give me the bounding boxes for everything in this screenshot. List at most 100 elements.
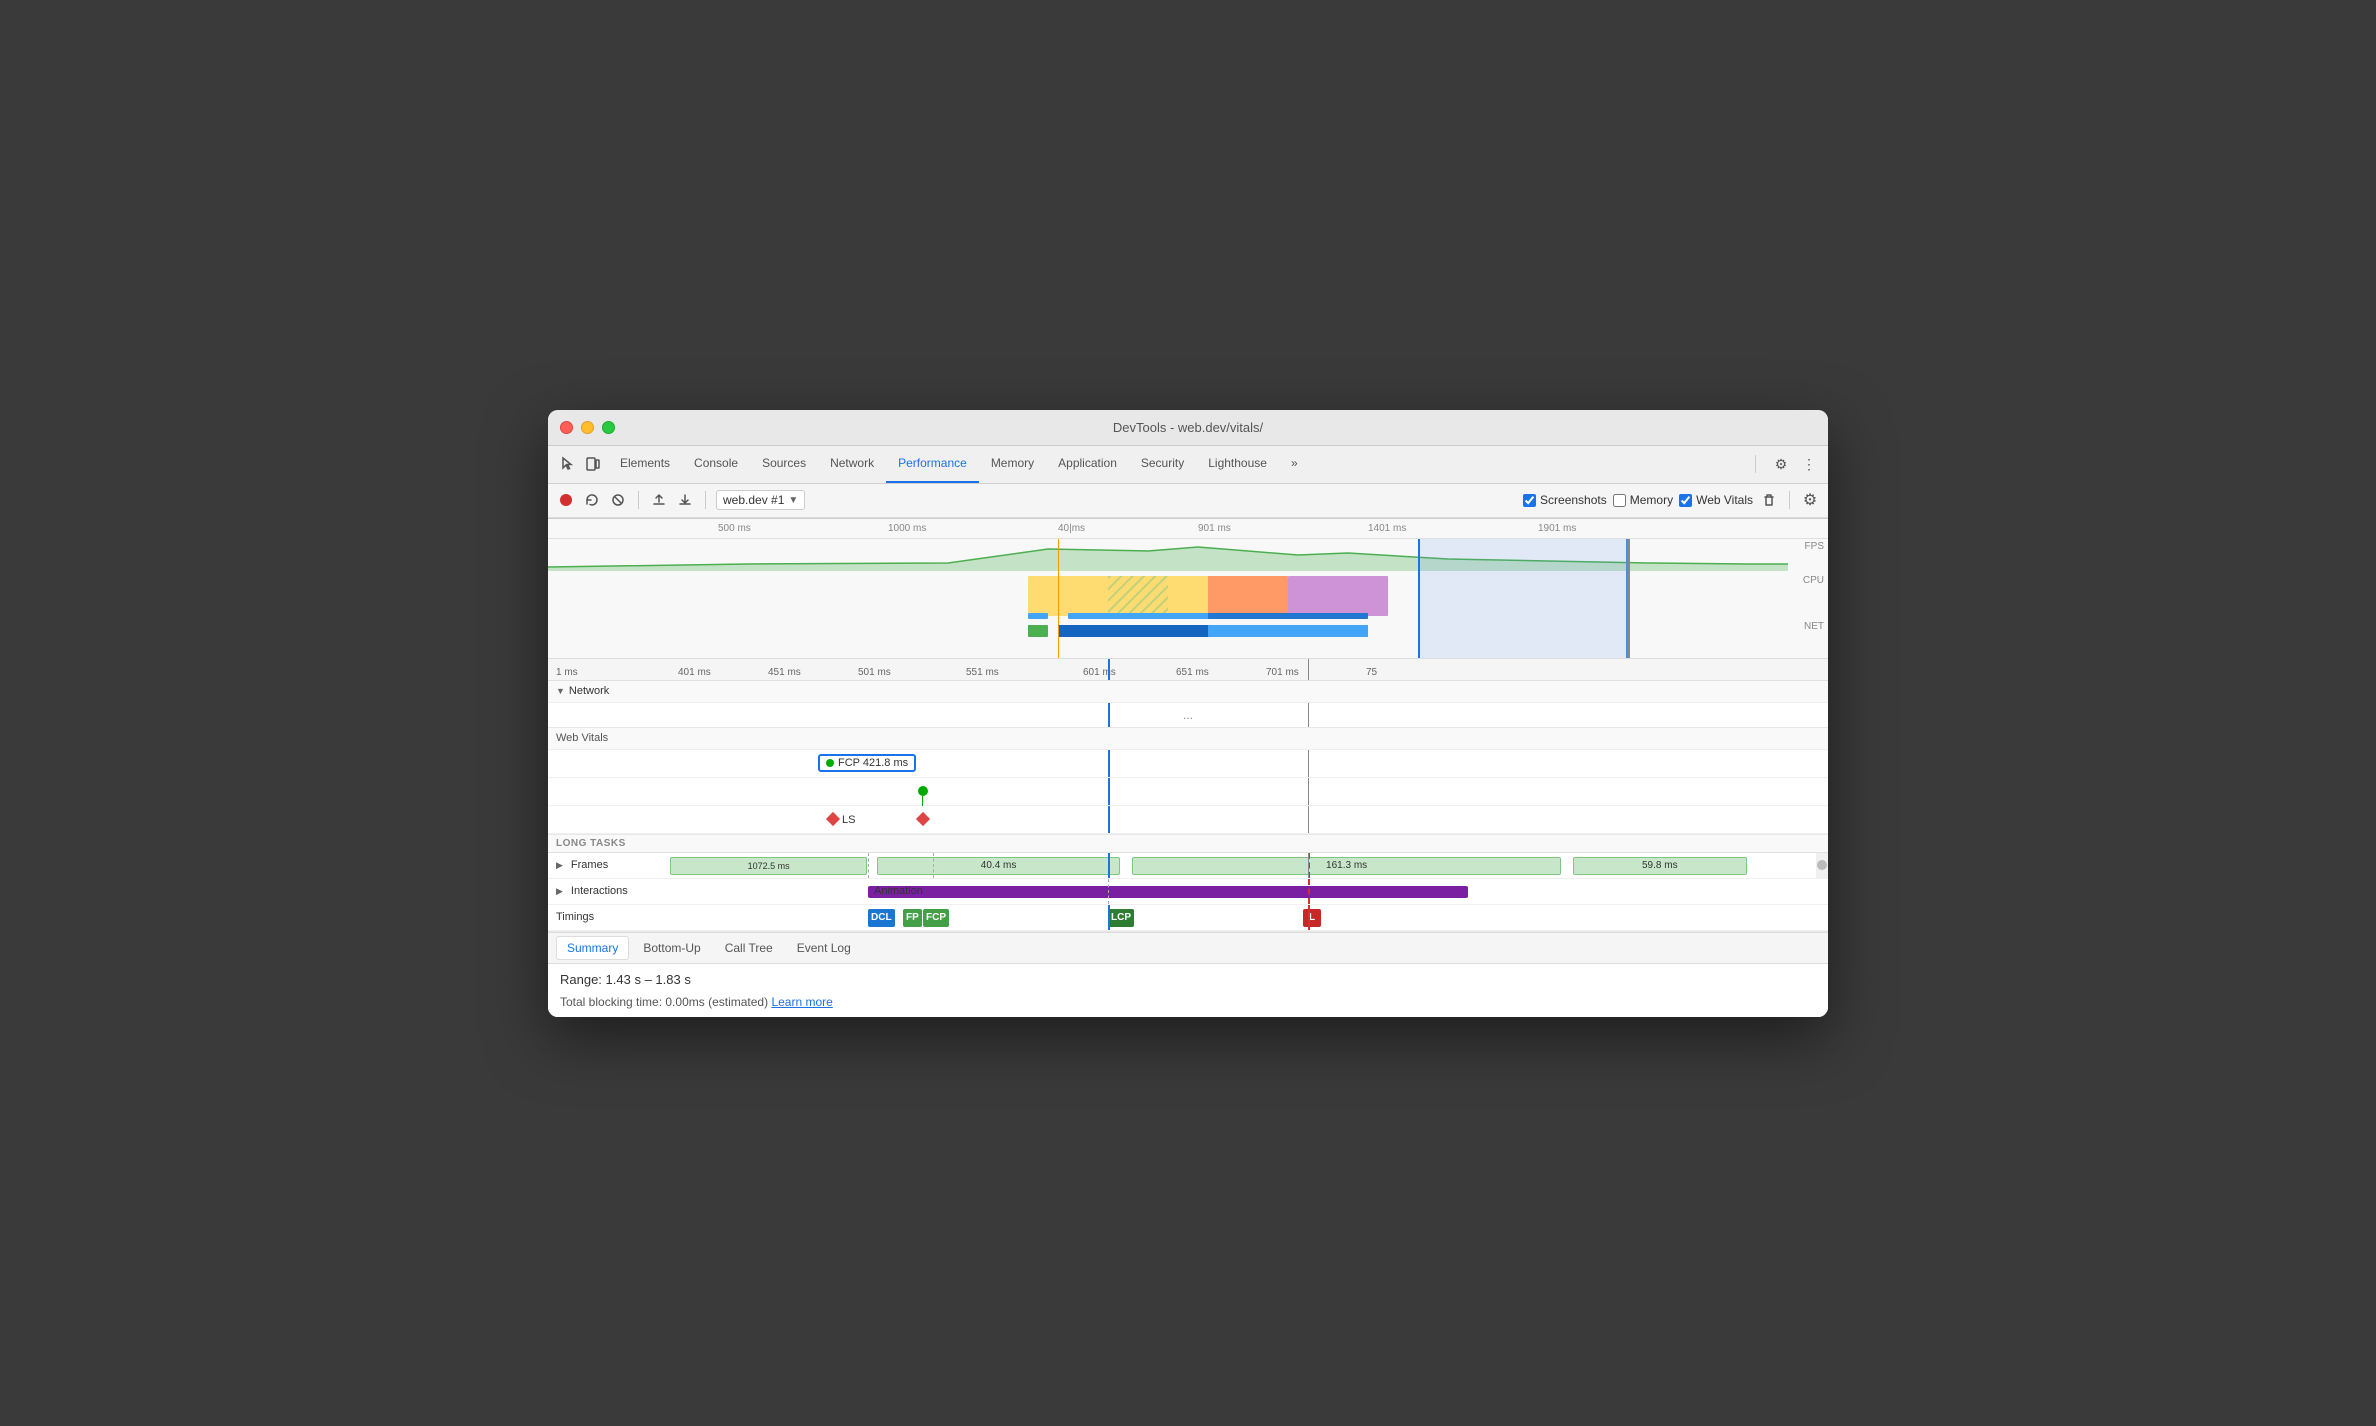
animation-label: Animation [874,885,923,897]
toolbar-divider-1 [638,491,639,509]
upload-button[interactable] [649,490,669,510]
interactions-bar-area: Animation [668,879,1828,904]
reload-button[interactable] [582,490,602,510]
learn-more-link[interactable]: Learn more [771,995,832,1009]
range-display: Range: 1.43 s – 1.83 s [560,972,1816,987]
toolbar-divider-2 [705,491,706,509]
memory-checkbox[interactable] [1613,494,1626,507]
frame-bar-1[interactable]: 1072.5 ms [670,857,867,875]
network-header[interactable]: ▼ Network [548,681,1828,703]
nav-right: ⚙ ⋮ [1747,453,1820,475]
fcp-row: FCP 421.8 ms [548,750,1828,778]
ruler-mark-500: 500 ms [718,523,751,534]
cpu-label: CPU [1803,575,1824,586]
frames-bar-area: 1072.5 ms 40.4 ms 161.3 ms 59.8 ms [668,853,1828,878]
timeline-overview[interactable]: 500 ms 1000 ms 40|ms 901 ms 1401 ms 1901… [548,519,1828,659]
timing-lcp[interactable]: LCP [1108,909,1134,927]
webvitals-checkbox-group[interactable]: Web Vitals [1679,493,1753,507]
selection-left-marker [1418,539,1420,658]
tab-more[interactable]: » [1279,445,1310,483]
settings-icon[interactable]: ⚙ [1770,453,1792,475]
scrollbar-thumb[interactable] [1817,860,1827,870]
mark-601ms: 601 ms [1083,667,1116,678]
timeline-scrollbar[interactable] [1816,853,1828,878]
close-button[interactable] [560,421,573,434]
overview-ruler: 500 ms 1000 ms 40|ms 901 ms 1401 ms 1901… [548,519,1828,539]
tab-bottom-up[interactable]: Bottom-Up [633,937,710,959]
frame-bar-4[interactable]: 59.8 ms [1573,857,1747,875]
timing-fcp[interactable]: FCP [923,909,949,927]
frame-bar-3[interactable]: 161.3 ms [1132,857,1561,875]
perf-settings-button[interactable]: ⚙ [1800,490,1820,510]
memory-checkbox-group[interactable]: Memory [1613,493,1673,507]
frames-label[interactable]: ▶ Frames [548,859,668,871]
mark-451ms: 451 ms [768,667,801,678]
ls-diamond-right[interactable] [916,811,930,825]
tab-network[interactable]: Network [818,445,886,483]
frame-bar-2[interactable]: 40.4 ms [877,857,1121,875]
clear-button[interactable] [608,490,628,510]
tab-console[interactable]: Console [682,445,750,483]
record-button[interactable] [556,490,576,510]
mark-75: 75 [1366,667,1377,678]
fcp-marker[interactable]: FCP 421.8 ms [818,754,916,772]
download-button[interactable] [675,490,695,510]
ls-diamond-left[interactable] [826,811,840,825]
target-selector[interactable]: web.dev #1 ▼ [716,490,805,510]
traffic-lights [560,421,615,434]
selection-region[interactable] [1418,539,1628,658]
timing-l[interactable]: L [1303,909,1321,927]
ls-row: LS [548,806,1828,834]
screenshots-checkbox-group[interactable]: Screenshots [1523,493,1607,507]
network-content: ... [548,703,1828,727]
nav-tabs: Elements Console Sources Network Perform… [548,446,1828,484]
tab-lighthouse[interactable]: Lighthouse [1196,445,1279,483]
net-label: NET [1804,621,1824,632]
maximize-button[interactable] [602,421,615,434]
cursor-icon[interactable] [556,453,578,475]
toolbar: web.dev #1 ▼ Screenshots Memory Web Vita… [548,484,1828,518]
tab-elements[interactable]: Elements [608,445,682,483]
ruler-mark-901: 901 ms [1198,523,1231,534]
tab-application[interactable]: Application [1046,445,1129,483]
device-icon[interactable] [582,453,604,475]
frames-row: ▶ Frames 1072.5 ms 40.4 ms 161.3 ms [548,853,1828,879]
tab-memory[interactable]: Memory [979,445,1046,483]
selection-right-marker [1628,539,1630,658]
ruler-mark-1000: 1000 ms [888,523,926,534]
network-section: ▼ Network ... [548,681,1828,728]
tab-performance[interactable]: Performance [886,445,979,483]
network-expand-arrow: ▼ [556,686,565,696]
interactions-expand-icon: ▶ [556,886,563,897]
devtools-window: DevTools - web.dev/vitals/ Elements Cons… [548,410,1828,1017]
tab-summary[interactable]: Summary [556,936,629,960]
timeline-main: 1 ms 401 ms 451 ms 501 ms 551 ms 601 ms … [548,659,1828,1017]
interactions-label[interactable]: ▶ Interactions [548,885,668,897]
ls-label: LS [842,814,855,826]
timings-bar-area: DCL FP FCP LCP L [668,905,1828,930]
fcp-dot [826,759,834,767]
lcp-row [548,778,1828,806]
minimize-button[interactable] [581,421,594,434]
delete-button[interactable] [1759,490,1779,510]
timing-dcl[interactable]: DCL [868,909,895,927]
timing-fp[interactable]: FP [903,909,922,927]
info-area: Range: 1.43 s – 1.83 s Total blocking ti… [548,964,1828,1017]
range-value: 1.43 s – 1.83 s [606,972,691,987]
tab-event-log[interactable]: Event Log [787,937,861,959]
timings-label: Timings [548,911,668,923]
webvitals-checkbox[interactable] [1679,494,1692,507]
mark-401ms: 401 ms [678,667,711,678]
detail-ruler: 1 ms 401 ms 451 ms 501 ms 551 ms 601 ms … [548,659,1828,681]
fps-label: FPS [1805,541,1824,552]
tab-security[interactable]: Security [1129,445,1196,483]
more-options-icon[interactable]: ⋮ [1798,453,1820,475]
tab-call-tree[interactable]: Call Tree [715,937,783,959]
web-vitals-header: Web Vitals [548,728,1828,750]
interaction-bar[interactable] [868,886,1468,898]
interactions-row: ▶ Interactions Animation [548,879,1828,905]
lcp-dot[interactable] [918,786,928,796]
screenshots-checkbox[interactable] [1523,494,1536,507]
time-marker-orange [1058,539,1059,658]
tab-sources[interactable]: Sources [750,445,818,483]
